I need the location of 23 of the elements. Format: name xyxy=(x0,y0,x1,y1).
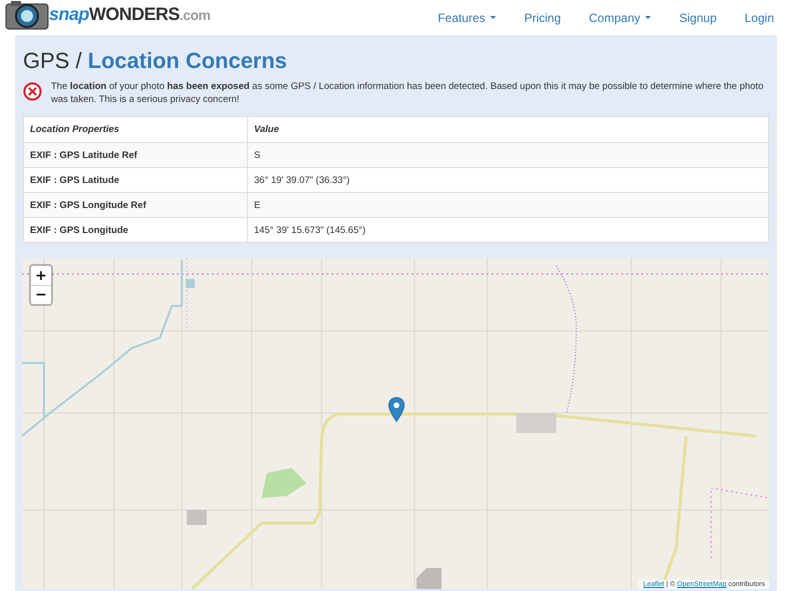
table-cell: S xyxy=(248,142,768,168)
nav-link[interactable]: Signup xyxy=(665,10,731,24)
caret-icon xyxy=(490,16,496,19)
nav-link[interactable]: Company xyxy=(574,10,666,24)
table-cell: EXIF : GPS Latitude Ref xyxy=(24,142,248,168)
alert-text: The location of your photo has been exposed as some GPS / Location information has been detected. Based upon this it may be possible to determine where the photo was taken. This is a serious privacy concern! xyxy=(51,80,764,106)
zoom-in-button[interactable]: + xyxy=(31,266,51,285)
logo-text[interactable]: snapWONDERS.com xyxy=(49,4,210,25)
table-cell: 145° 39' 15.673" (145.65°) xyxy=(248,218,768,242)
camera-logo-icon[interactable] xyxy=(5,0,49,30)
table-cell: E xyxy=(248,192,768,218)
zoom-out-button[interactable]: − xyxy=(31,285,51,304)
column-header: Location Properties xyxy=(24,116,248,142)
column-header: Value xyxy=(248,116,768,142)
page-title: GPS / Location Concerns xyxy=(23,48,288,74)
nav-link[interactable]: Pricing xyxy=(510,10,575,24)
table-cell: EXIF : GPS Longitude Ref xyxy=(24,192,248,218)
nav-link[interactable]: Login xyxy=(730,10,774,24)
error-icon xyxy=(23,82,42,101)
nav-link[interactable]: Features xyxy=(424,10,510,24)
map-marker-icon[interactable] xyxy=(388,396,405,423)
table-cell: EXIF : GPS Longitude xyxy=(24,218,248,242)
caret-icon xyxy=(645,16,652,19)
